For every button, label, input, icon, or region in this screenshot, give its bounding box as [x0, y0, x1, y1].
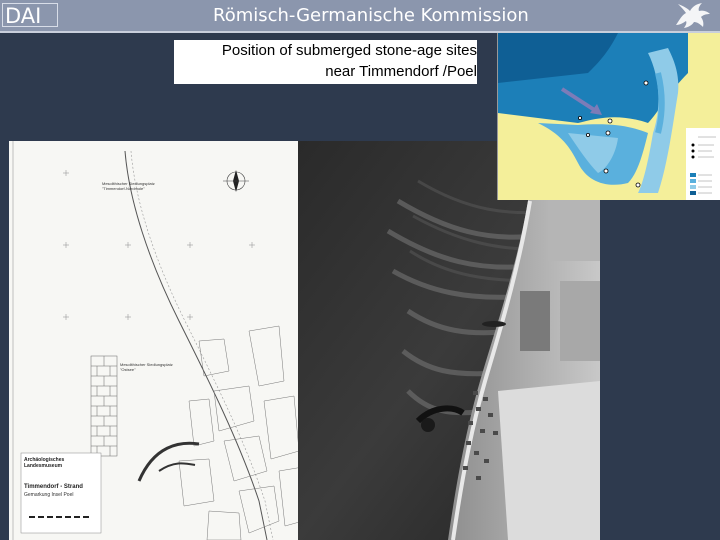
inset-map-drawing: [498, 33, 720, 200]
aerial-photo: [298, 141, 600, 540]
aerial-photo-drawing: [298, 141, 600, 540]
site-plan-map: Mesolithischer Siedlungsplatz "Timmendor…: [9, 141, 303, 540]
inset-bathymetric-map: [497, 33, 720, 200]
site-plan-drawing: [9, 141, 303, 540]
site-label-1: Mesolithischer Siedlungsplatz "Timmendor…: [102, 181, 155, 191]
slide-title-line-1: Position of submerged stone-age sites: [221, 42, 477, 59]
legend-title: Timmendorf - Strand: [24, 484, 83, 490]
organization-title: Römisch-Germanische Kommission: [213, 5, 529, 26]
legend-subtitle: Gemarkung Insel Poel: [24, 492, 74, 498]
legend-organization: Archäologisches Landesmuseum: [24, 457, 65, 469]
site-label-2: Mesolithischer Siedlungsplatz "Ostsee": [120, 362, 173, 372]
slide-title: Position of submerged stone-age sites ne…: [174, 40, 477, 84]
dai-logo: DAI: [2, 3, 58, 28]
header-bar: DAI Römisch-Germanische Kommission: [0, 0, 720, 33]
griffin-emblem-icon: [676, 3, 710, 28]
slide-title-line-2: near Timmendorf /Poel: [325, 63, 477, 80]
